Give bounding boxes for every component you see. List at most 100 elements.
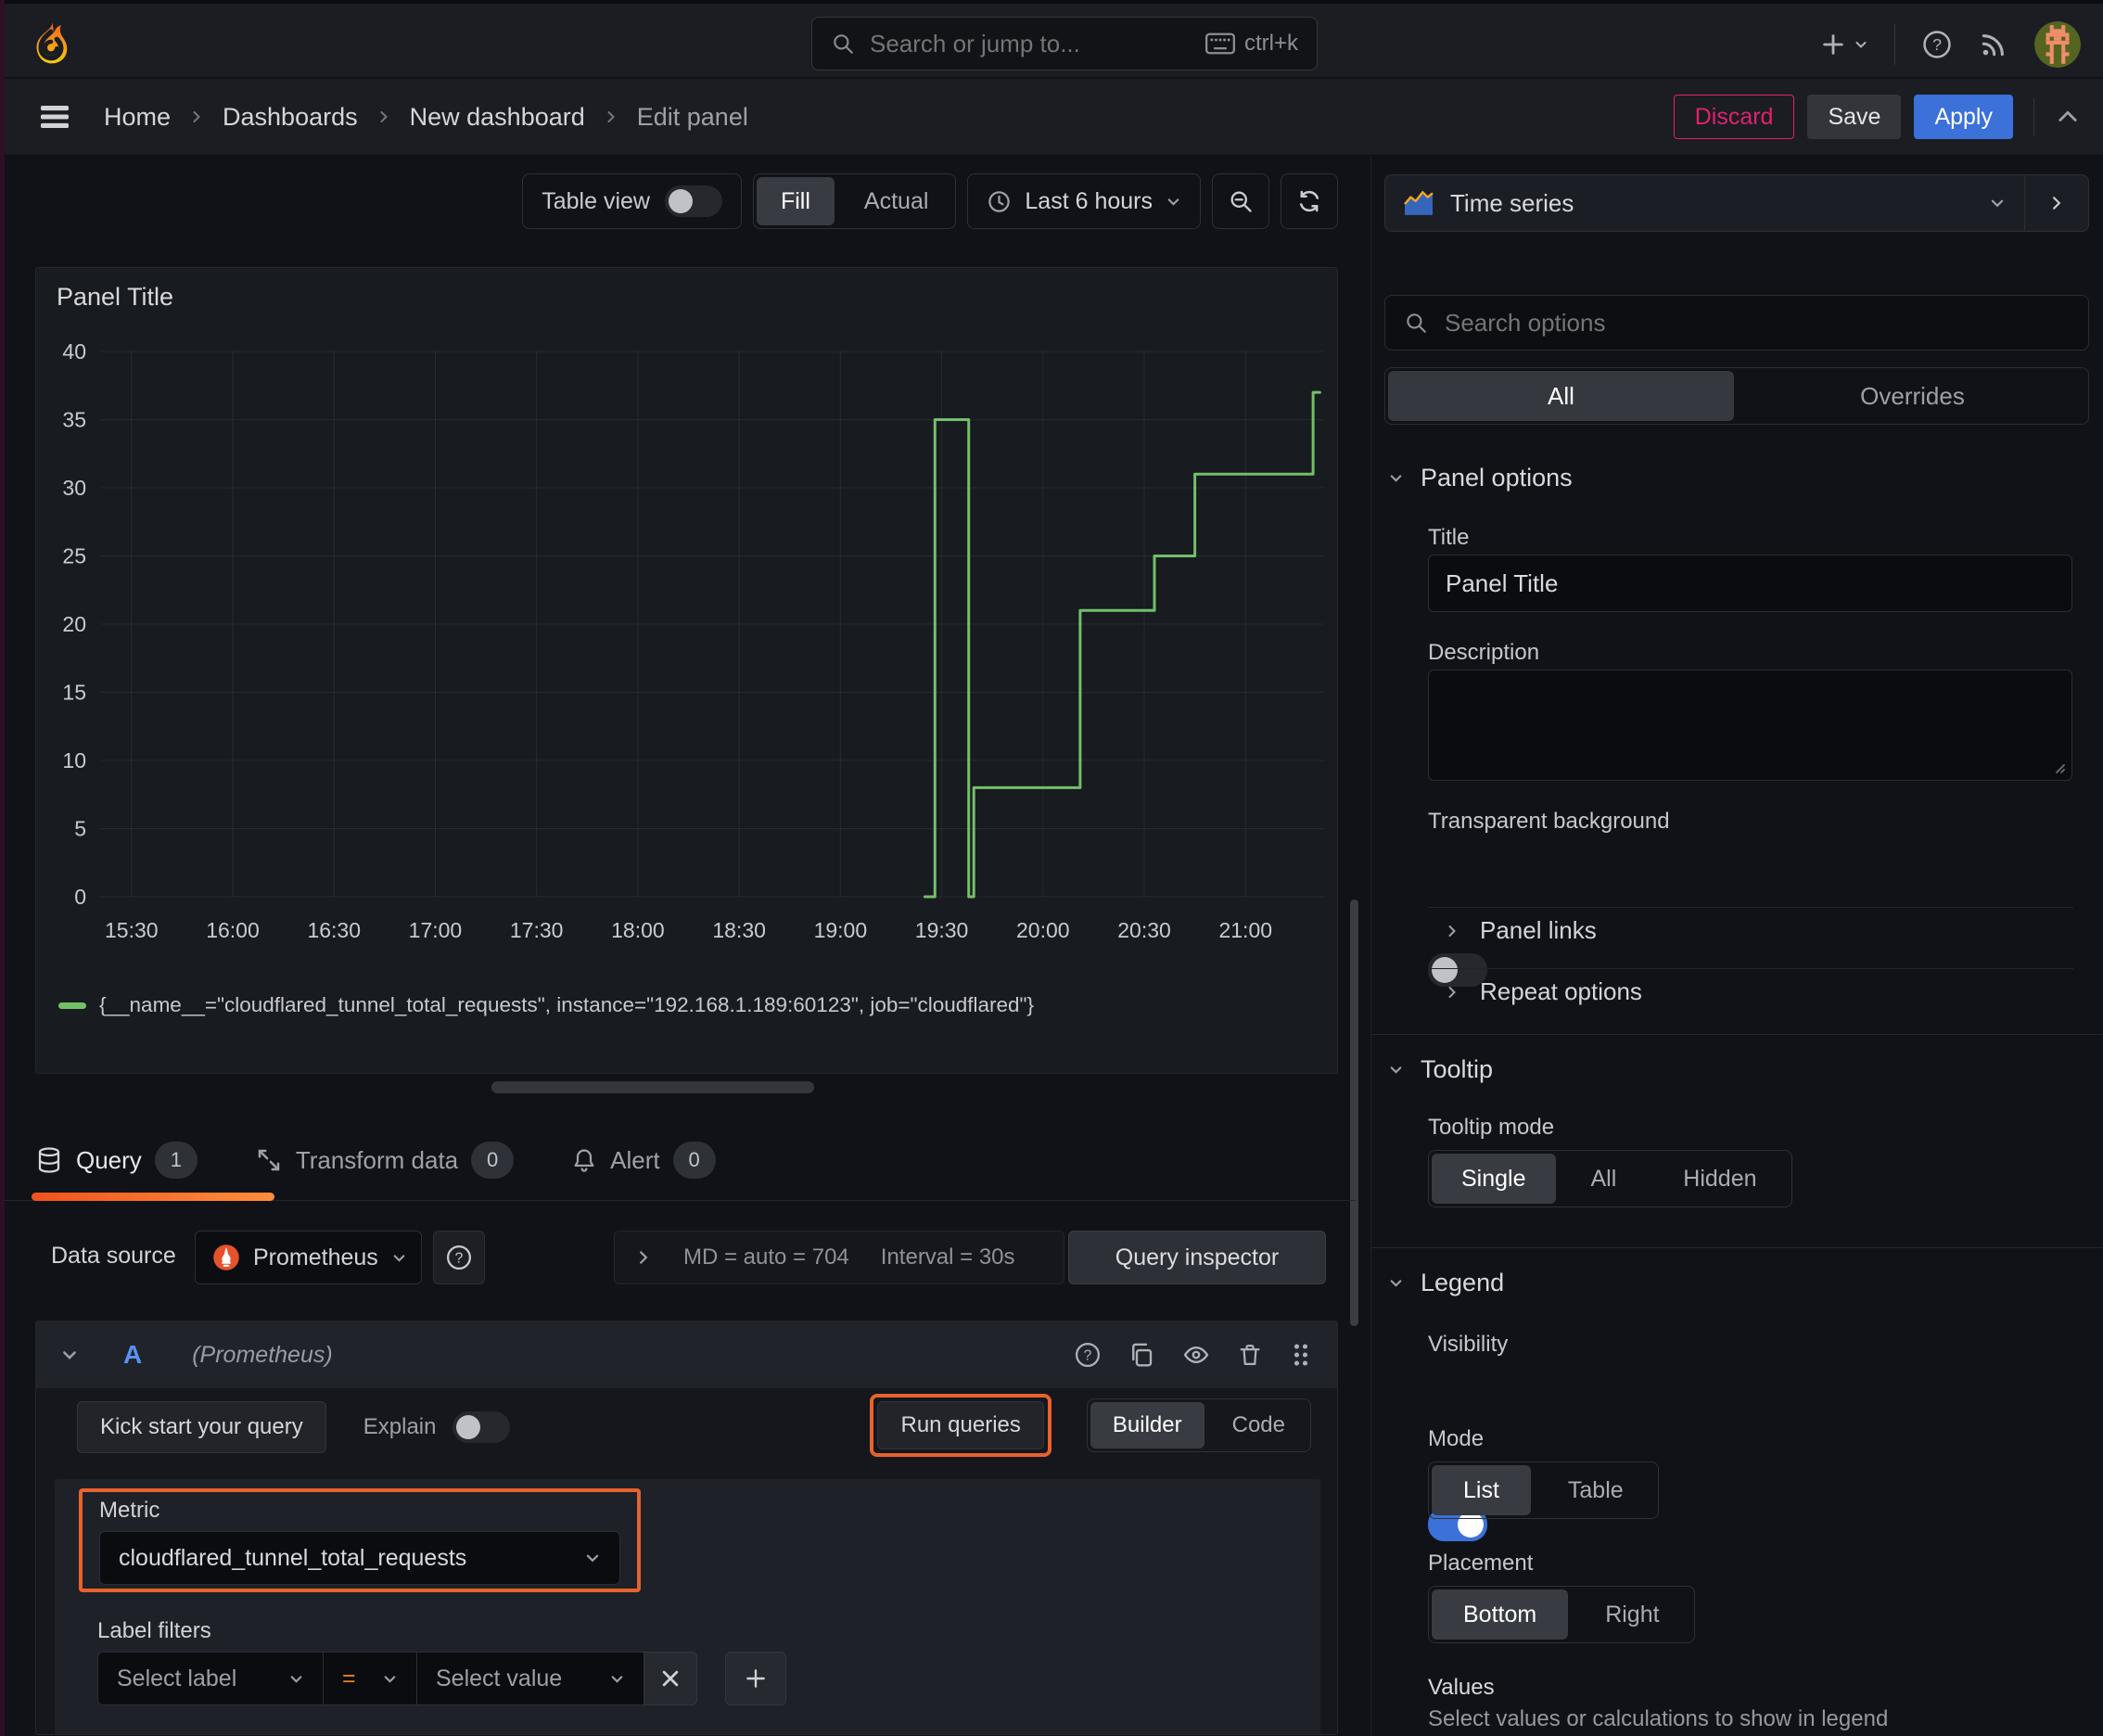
menu-toggle-button[interactable] (37, 103, 72, 131)
series-label[interactable]: {__name__="cloudflared_tunnel_total_requ… (99, 993, 1034, 1017)
svg-text:15:30: 15:30 (105, 918, 159, 942)
grafana-logo-icon[interactable] (26, 17, 76, 67)
description-textarea[interactable] (1428, 670, 2072, 781)
panel-links-section[interactable]: Panel links (1445, 916, 1597, 945)
series-swatch[interactable] (58, 1002, 86, 1009)
chevron-right-icon (376, 109, 391, 124)
tooltip-all-option[interactable]: All (1561, 1154, 1647, 1204)
svg-text:10: 10 (62, 748, 86, 772)
tooltip-mode-label: Tooltip mode (1428, 1115, 1555, 1140)
global-search-input[interactable] (868, 28, 1192, 59)
global-search[interactable]: ctrl+k (811, 17, 1318, 70)
breadcrumb: Home Dashboards New dashboard Edit panel (104, 103, 748, 132)
legend-list-option[interactable]: List (1432, 1465, 1531, 1515)
collapse-options-button[interactable] (2055, 104, 2081, 130)
chevron-right-icon (604, 109, 618, 124)
transform-icon (255, 1146, 283, 1174)
open-viz-list-button[interactable] (2025, 175, 2088, 231)
delete-query-icon[interactable] (1237, 1341, 1263, 1369)
repeat-options-section[interactable]: Repeat options (1445, 977, 1642, 1006)
svg-text:0: 0 (74, 885, 86, 909)
tab-transform-data[interactable]: Transform data 0 (255, 1142, 515, 1179)
legend-table-option[interactable]: Table (1536, 1465, 1655, 1515)
chevron-down-icon (1388, 1062, 1404, 1078)
options-search-input[interactable] (1443, 307, 2070, 338)
top-nav-bar: ctrl+k ? (0, 0, 2103, 78)
visualization-picker[interactable]: Time series (1384, 174, 2089, 232)
table-view-toggle[interactable] (664, 185, 722, 217)
options-search[interactable] (1384, 295, 2089, 351)
divider (1428, 907, 2073, 908)
hide-query-icon[interactable] (1181, 1341, 1211, 1369)
placement-bottom-option[interactable]: Bottom (1432, 1589, 1569, 1640)
code-option[interactable]: Code (1210, 1402, 1307, 1449)
panel-resize-handle[interactable] (491, 1081, 814, 1093)
zoom-out-button[interactable] (1212, 173, 1269, 229)
query-options-summary[interactable]: MD = auto = 704 Interval = 30s (614, 1231, 1064, 1284)
svg-text:17:30: 17:30 (510, 918, 564, 942)
new-dropdown-button[interactable] (1820, 32, 1868, 57)
legend-mode-switch: List Table (1428, 1462, 1659, 1519)
tab-overrides[interactable]: Overrides (1740, 371, 2085, 421)
query-inspector-button[interactable]: Query inspector (1068, 1231, 1326, 1284)
kick-start-button[interactable]: Kick start your query (77, 1401, 326, 1453)
run-queries-button[interactable]: Run queries (877, 1401, 1044, 1449)
panel-options-header[interactable]: Panel options (1388, 464, 1573, 492)
tab-all[interactable]: All (1388, 371, 1734, 421)
time-range-picker[interactable]: Last 6 hours (967, 173, 1201, 229)
timeseries-chart[interactable]: 0 5 10 15 20 25 30 35 40 15:30 16:00 16:30 17:00 17:3… (42, 327, 1332, 982)
query-help-icon[interactable]: ? (1074, 1341, 1102, 1369)
chevron-right-icon (1445, 924, 1459, 938)
refresh-button[interactable] (1281, 173, 1338, 229)
builder-option[interactable]: Builder (1090, 1402, 1204, 1449)
chevron-down-icon (288, 1671, 304, 1687)
breadcrumb-home[interactable]: Home (104, 103, 171, 132)
actual-option[interactable]: Actual (840, 177, 952, 225)
tooltip-header[interactable]: Tooltip (1388, 1055, 1493, 1084)
news-rss-button[interactable] (1979, 30, 2008, 59)
remove-filter-button[interactable] (644, 1652, 697, 1705)
datasource-help-button[interactable]: ? (433, 1231, 485, 1284)
fill-option[interactable]: Fill (756, 177, 835, 225)
vertical-scrollbar[interactable] (1350, 900, 1358, 1326)
svg-text:5: 5 (74, 817, 86, 841)
query-row-header[interactable]: A (Prometheus) ? (36, 1321, 1337, 1388)
svg-text:20:00: 20:00 (1016, 918, 1070, 942)
tab-query[interactable]: Query 1 (35, 1142, 198, 1179)
metric-select[interactable]: cloudflared_tunnel_total_requests (99, 1531, 620, 1585)
help-button[interactable]: ? (1921, 29, 1953, 60)
table-view-control: Table view (522, 173, 742, 229)
chevron-down-icon (1854, 37, 1868, 52)
prometheus-icon (212, 1244, 240, 1271)
explain-toggle[interactable] (452, 1411, 511, 1443)
chevron-down-icon[interactable] (60, 1346, 79, 1364)
query-builder-toolbar-left: Kick start your query Explain (77, 1401, 511, 1453)
save-button[interactable]: Save (1807, 95, 1902, 139)
breadcrumb-dashboards[interactable]: Dashboards (223, 103, 358, 132)
select-value-dropdown[interactable]: Select value (416, 1652, 644, 1705)
apply-button[interactable]: Apply (1914, 95, 2013, 139)
grafana-edit-panel-page: ctrl+k ? (0, 0, 2103, 1736)
drag-handle-icon[interactable] (1289, 1341, 1313, 1369)
discard-button[interactable]: Discard (1673, 95, 1795, 139)
section-divider (1371, 1034, 2103, 1035)
operator-dropdown[interactable]: = (323, 1652, 417, 1705)
datasource-picker[interactable]: Prometheus (195, 1231, 422, 1284)
duplicate-query-icon[interactable] (1128, 1341, 1155, 1369)
tab-alert[interactable]: Alert 0 (571, 1142, 716, 1179)
placement-right-option[interactable]: Right (1574, 1589, 1690, 1640)
tooltip-hidden-option[interactable]: Hidden (1651, 1154, 1788, 1204)
tooltip-single-option[interactable]: Single (1432, 1154, 1556, 1204)
select-label-placeholder: Select label (117, 1665, 237, 1691)
select-label-dropdown[interactable]: Select label (97, 1652, 324, 1705)
query-builder-toolbar-right: Run queries Builder Code (870, 1394, 1311, 1457)
chevron-right-icon (189, 109, 204, 124)
svg-text:20:30: 20:30 (1117, 918, 1171, 942)
breadcrumb-new-dashboard[interactable]: New dashboard (410, 103, 585, 132)
user-avatar[interactable] (2034, 21, 2081, 68)
legend-header[interactable]: Legend (1388, 1269, 1504, 1297)
add-filter-button[interactable] (725, 1652, 786, 1705)
resize-grip-icon[interactable] (2051, 760, 2066, 774)
panel-title-input[interactable] (1428, 555, 2072, 612)
tab-transform-count: 0 (471, 1142, 515, 1179)
